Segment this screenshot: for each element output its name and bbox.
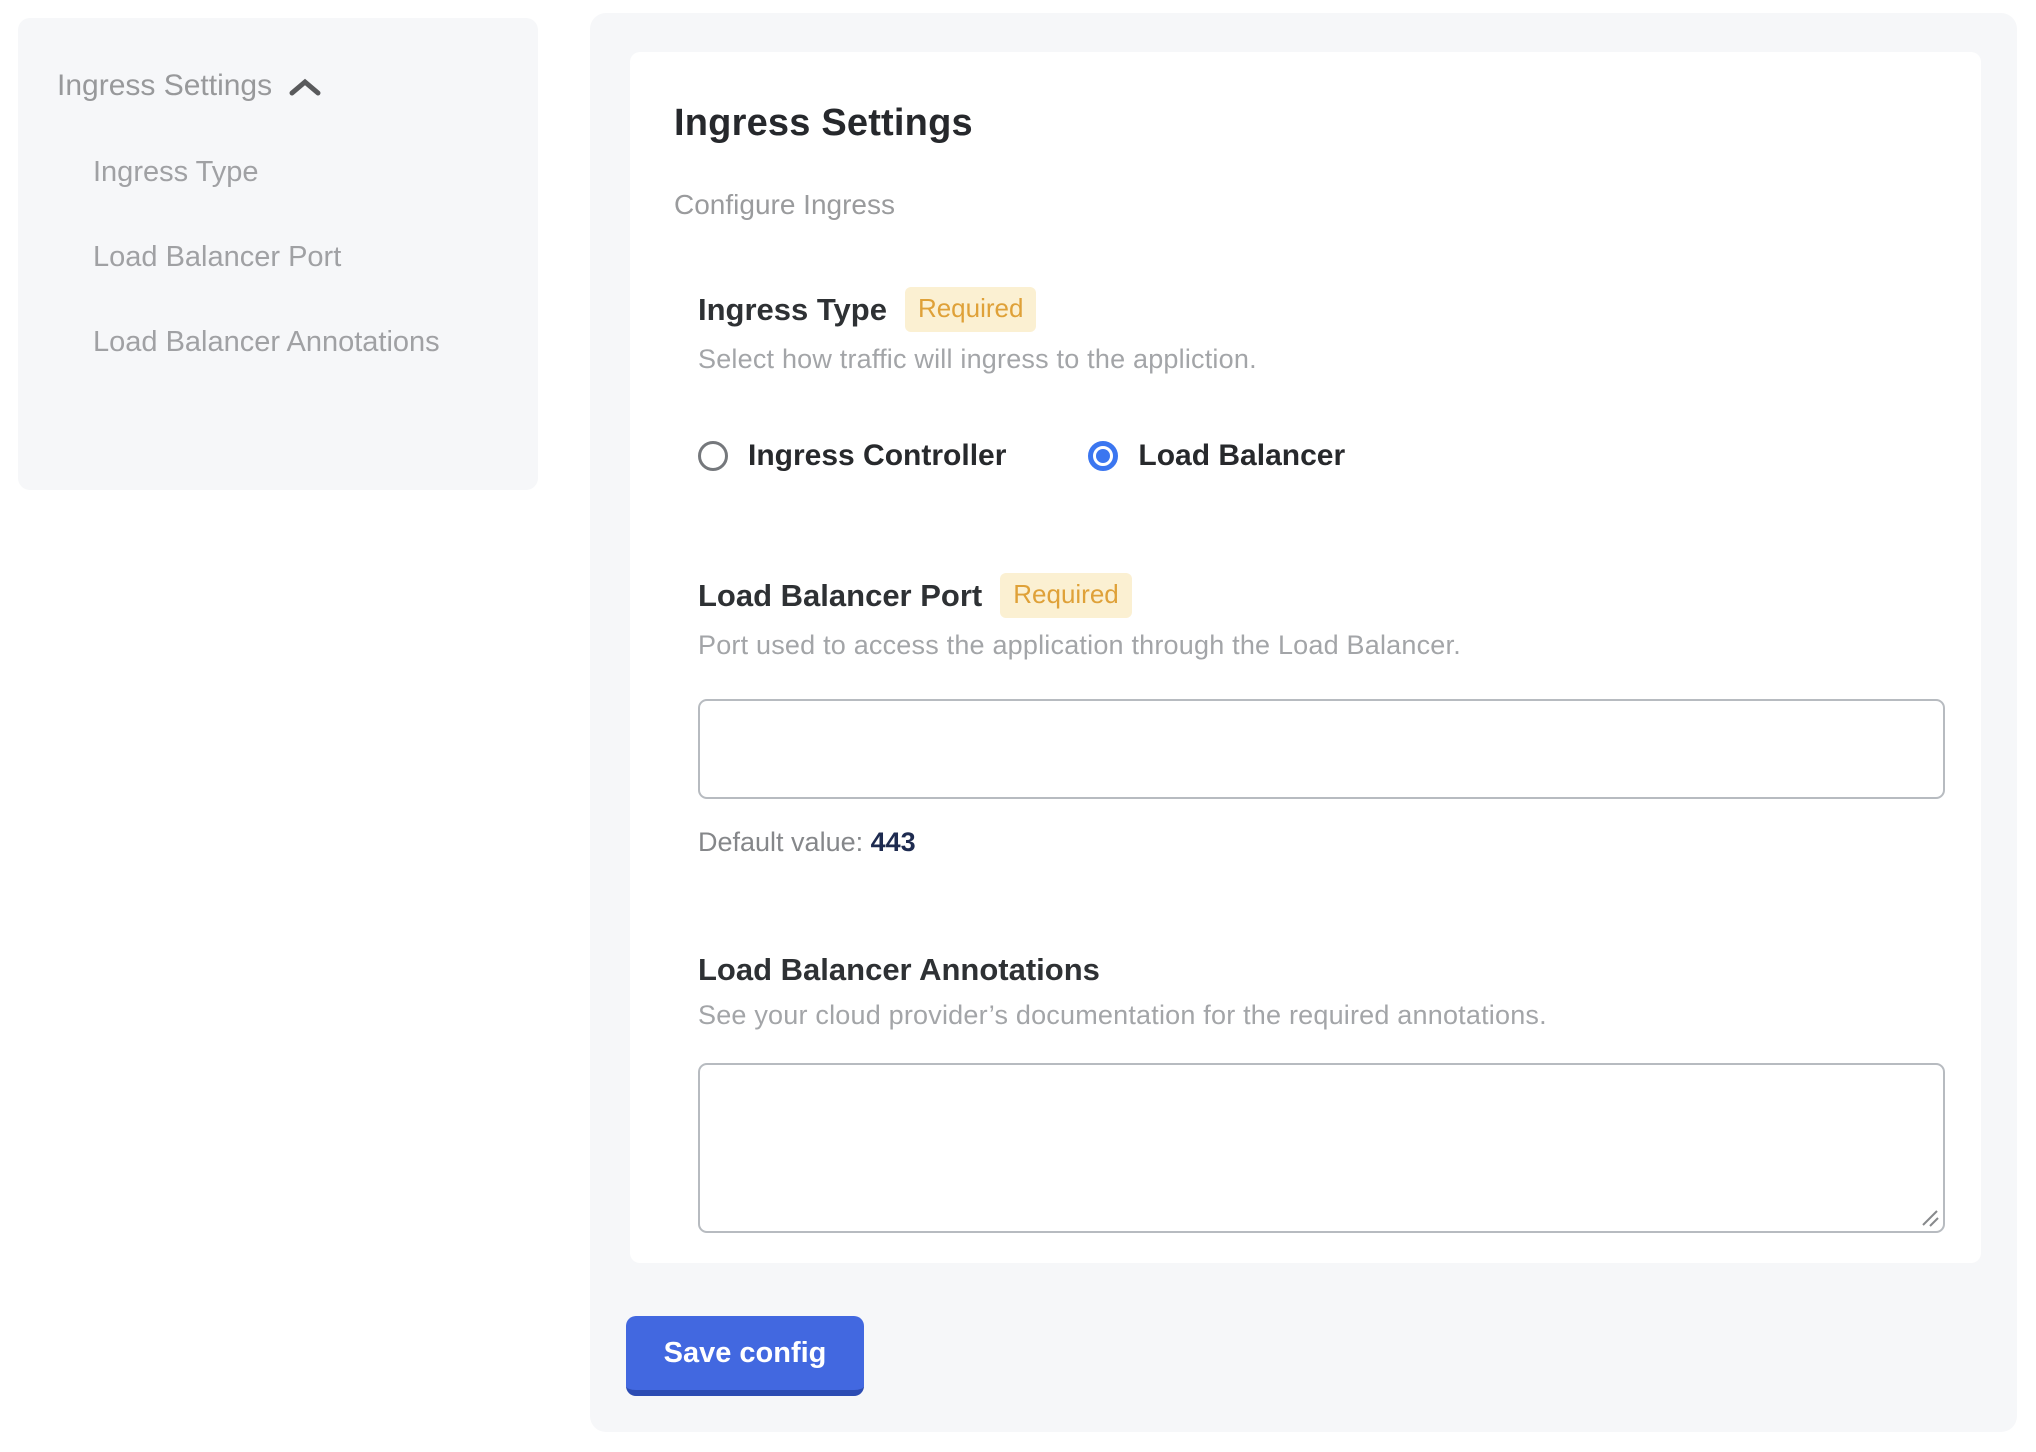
radio-ingress-controller-label: Ingress Controller <box>748 439 1006 473</box>
chevron-up-icon <box>288 73 322 99</box>
radio-circle-icon[interactable] <box>698 441 728 471</box>
default-value: 443 <box>871 827 916 857</box>
lb-annotations-label: Load Balancer Annotations <box>698 952 1100 988</box>
page-title: Ingress Settings <box>674 102 1937 145</box>
ingress-type-label-row: Ingress Type Required <box>698 287 1937 332</box>
lb-port-input[interactable] <box>698 699 1945 799</box>
section-ingress-type: Ingress Type Required Select how traffic… <box>698 287 1937 473</box>
section-load-balancer-annotations: Load Balancer Annotations See your cloud… <box>698 952 1937 1233</box>
radio-ingress-controller[interactable]: Ingress Controller <box>698 439 1006 473</box>
ingress-type-description: Select how traffic will ingress to the a… <box>698 344 1937 375</box>
radio-circle-icon[interactable] <box>1088 441 1118 471</box>
lb-annotations-textarea[interactable] <box>698 1063 1945 1233</box>
sidebar-section-ingress-settings[interactable]: Ingress Settings <box>57 65 510 107</box>
sidebar-section-label: Ingress Settings <box>57 65 272 107</box>
lb-port-description: Port used to access the application thro… <box>698 630 1937 661</box>
sidebar-item-load-balancer-port[interactable]: Load Balancer Port <box>93 227 510 287</box>
settings-sidebar: Ingress Settings Ingress Type Load Balan… <box>18 18 538 490</box>
sidebar-item-load-balancer-annotations[interactable]: Load Balancer Annotations <box>93 312 510 372</box>
save-config-button[interactable]: Save config <box>626 1316 864 1396</box>
radio-load-balancer[interactable]: Load Balancer <box>1088 439 1345 473</box>
default-value-label: Default value: <box>698 827 863 857</box>
lb-port-label-row: Load Balancer Port Required <box>698 573 1937 618</box>
sidebar-item-list: Ingress Type Load Balancer Port Load Bal… <box>93 142 510 372</box>
ingress-settings-card: Ingress Settings Configure Ingress Ingre… <box>630 52 1981 1263</box>
form-sections: Ingress Type Required Select how traffic… <box>698 287 1937 1233</box>
required-badge: Required <box>1000 573 1132 618</box>
required-badge: Required <box>905 287 1037 332</box>
lb-annotations-label-row: Load Balancer Annotations <box>698 952 1937 988</box>
sidebar-item-ingress-type[interactable]: Ingress Type <box>93 142 510 202</box>
main-panel: Ingress Settings Configure Ingress Ingre… <box>590 13 2017 1432</box>
lb-annotations-textarea-wrap <box>698 1063 1945 1233</box>
radio-load-balancer-label: Load Balancer <box>1138 439 1345 473</box>
page-subtitle: Configure Ingress <box>674 189 1937 221</box>
lb-port-default-line: Default value: 443 <box>698 827 1937 858</box>
lb-port-label: Load Balancer Port <box>698 578 982 614</box>
ingress-type-radio-group: Ingress Controller Load Balancer <box>698 439 1937 473</box>
resize-handle-icon[interactable] <box>1920 1208 1940 1228</box>
lb-annotations-description: See your cloud provider’s documentation … <box>698 1000 1937 1031</box>
ingress-type-label: Ingress Type <box>698 292 887 328</box>
section-load-balancer-port: Load Balancer Port Required Port used to… <box>698 573 1937 858</box>
